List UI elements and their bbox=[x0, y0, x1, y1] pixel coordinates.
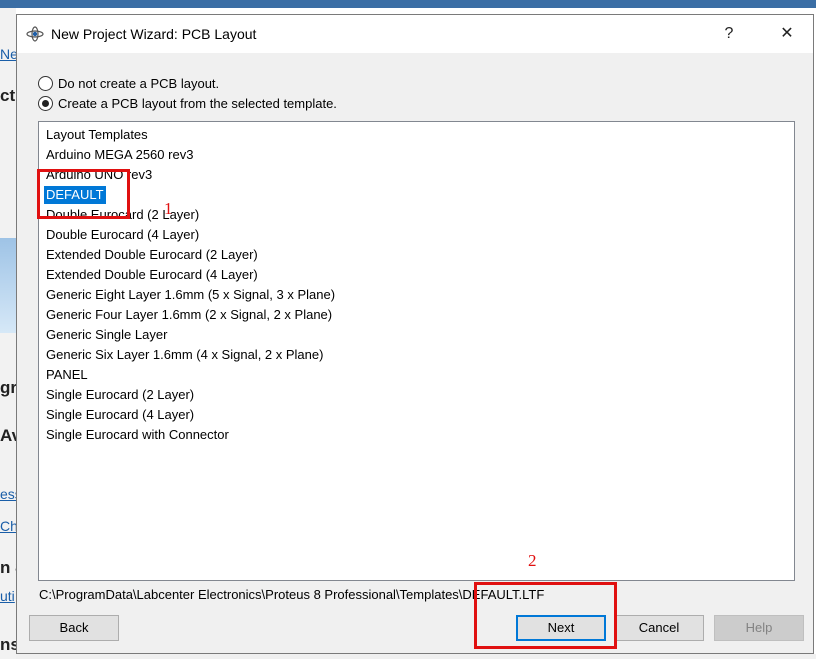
list-item[interactable]: Generic Eight Layer 1.6mm (5 x Signal, 3… bbox=[44, 286, 337, 304]
list-item[interactable]: Single Eurocard (2 Layer) bbox=[44, 386, 196, 404]
list-item[interactable]: Single Eurocard (4 Layer) bbox=[44, 406, 196, 424]
background-heading: gr bbox=[0, 378, 16, 397]
background-heading: ns bbox=[0, 635, 16, 654]
radio-no-pcb-layout[interactable]: Do not create a PCB layout. bbox=[38, 74, 219, 92]
background-link[interactable]: Ne bbox=[0, 46, 16, 62]
dialog-titlebar[interactable]: New Project Wizard: PCB Layout ? ✕ bbox=[17, 15, 813, 53]
cancel-button[interactable]: Cancel bbox=[614, 615, 704, 641]
close-icon[interactable]: ✕ bbox=[773, 23, 801, 45]
annotation-number-2: 2 bbox=[528, 551, 537, 570]
help-icon[interactable]: ? bbox=[715, 23, 743, 45]
radio-button[interactable] bbox=[38, 95, 53, 111]
list-item[interactable]: Single Eurocard with Connector bbox=[44, 426, 231, 444]
pcb-layout-wizard-dialog: New Project Wizard: PCB Layout ? ✕ Do no… bbox=[16, 14, 814, 654]
back-button[interactable]: Back bbox=[29, 615, 119, 641]
background-heading: n 8 bbox=[0, 558, 16, 577]
list-item[interactable]: Extended Double Eurocard (2 Layer) bbox=[44, 246, 260, 264]
list-header: Layout Templates bbox=[46, 127, 148, 142]
radio-create-pcb-layout[interactable]: Create a PCB layout from the selected te… bbox=[38, 94, 337, 112]
list-item[interactable]: Double Eurocard (4 Layer) bbox=[44, 226, 201, 244]
radio-button[interactable] bbox=[38, 75, 53, 91]
annotation-box-1 bbox=[37, 169, 130, 219]
dialog-title: New Project Wizard: PCB Layout bbox=[51, 26, 257, 42]
list-item[interactable]: PANEL bbox=[44, 366, 90, 384]
list-item[interactable]: Generic Six Layer 1.6mm (4 x Signal, 2 x… bbox=[44, 346, 325, 364]
radio-label: Do not create a PCB layout. bbox=[58, 75, 220, 91]
background-status-strip bbox=[16, 654, 816, 659]
background-heading: Av bbox=[0, 426, 16, 445]
layout-templates-list[interactable]: Layout Templates Arduino MEGA 2560 rev3 … bbox=[38, 121, 795, 581]
background-link[interactable]: ess bbox=[0, 486, 16, 502]
background-heading: ct bbox=[0, 86, 16, 105]
list-item[interactable]: Arduino MEGA 2560 rev3 bbox=[44, 146, 195, 164]
annotation-box-2 bbox=[474, 582, 617, 649]
background-image bbox=[0, 238, 16, 333]
background-link[interactable]: uti bbox=[0, 588, 15, 604]
list-item[interactable]: Generic Single Layer bbox=[44, 326, 169, 344]
annotation-number-1: 1 bbox=[164, 199, 173, 218]
help-button: Help bbox=[714, 615, 804, 641]
template-path: C:\ProgramData\Labcenter Electronics\Pro… bbox=[39, 587, 545, 602]
list-item[interactable]: Generic Four Layer 1.6mm (2 x Signal, 2 … bbox=[44, 306, 334, 324]
radio-label: Create a PCB layout from the selected te… bbox=[58, 95, 337, 111]
proteus-app-icon bbox=[26, 26, 44, 42]
background-window-titlebar bbox=[0, 0, 816, 8]
list-item[interactable]: Extended Double Eurocard (4 Layer) bbox=[44, 266, 260, 284]
background-link[interactable]: Ch bbox=[0, 518, 16, 534]
background-app: Ne ct gr Av ess Ch n 8 uti ns bbox=[0, 8, 16, 659]
